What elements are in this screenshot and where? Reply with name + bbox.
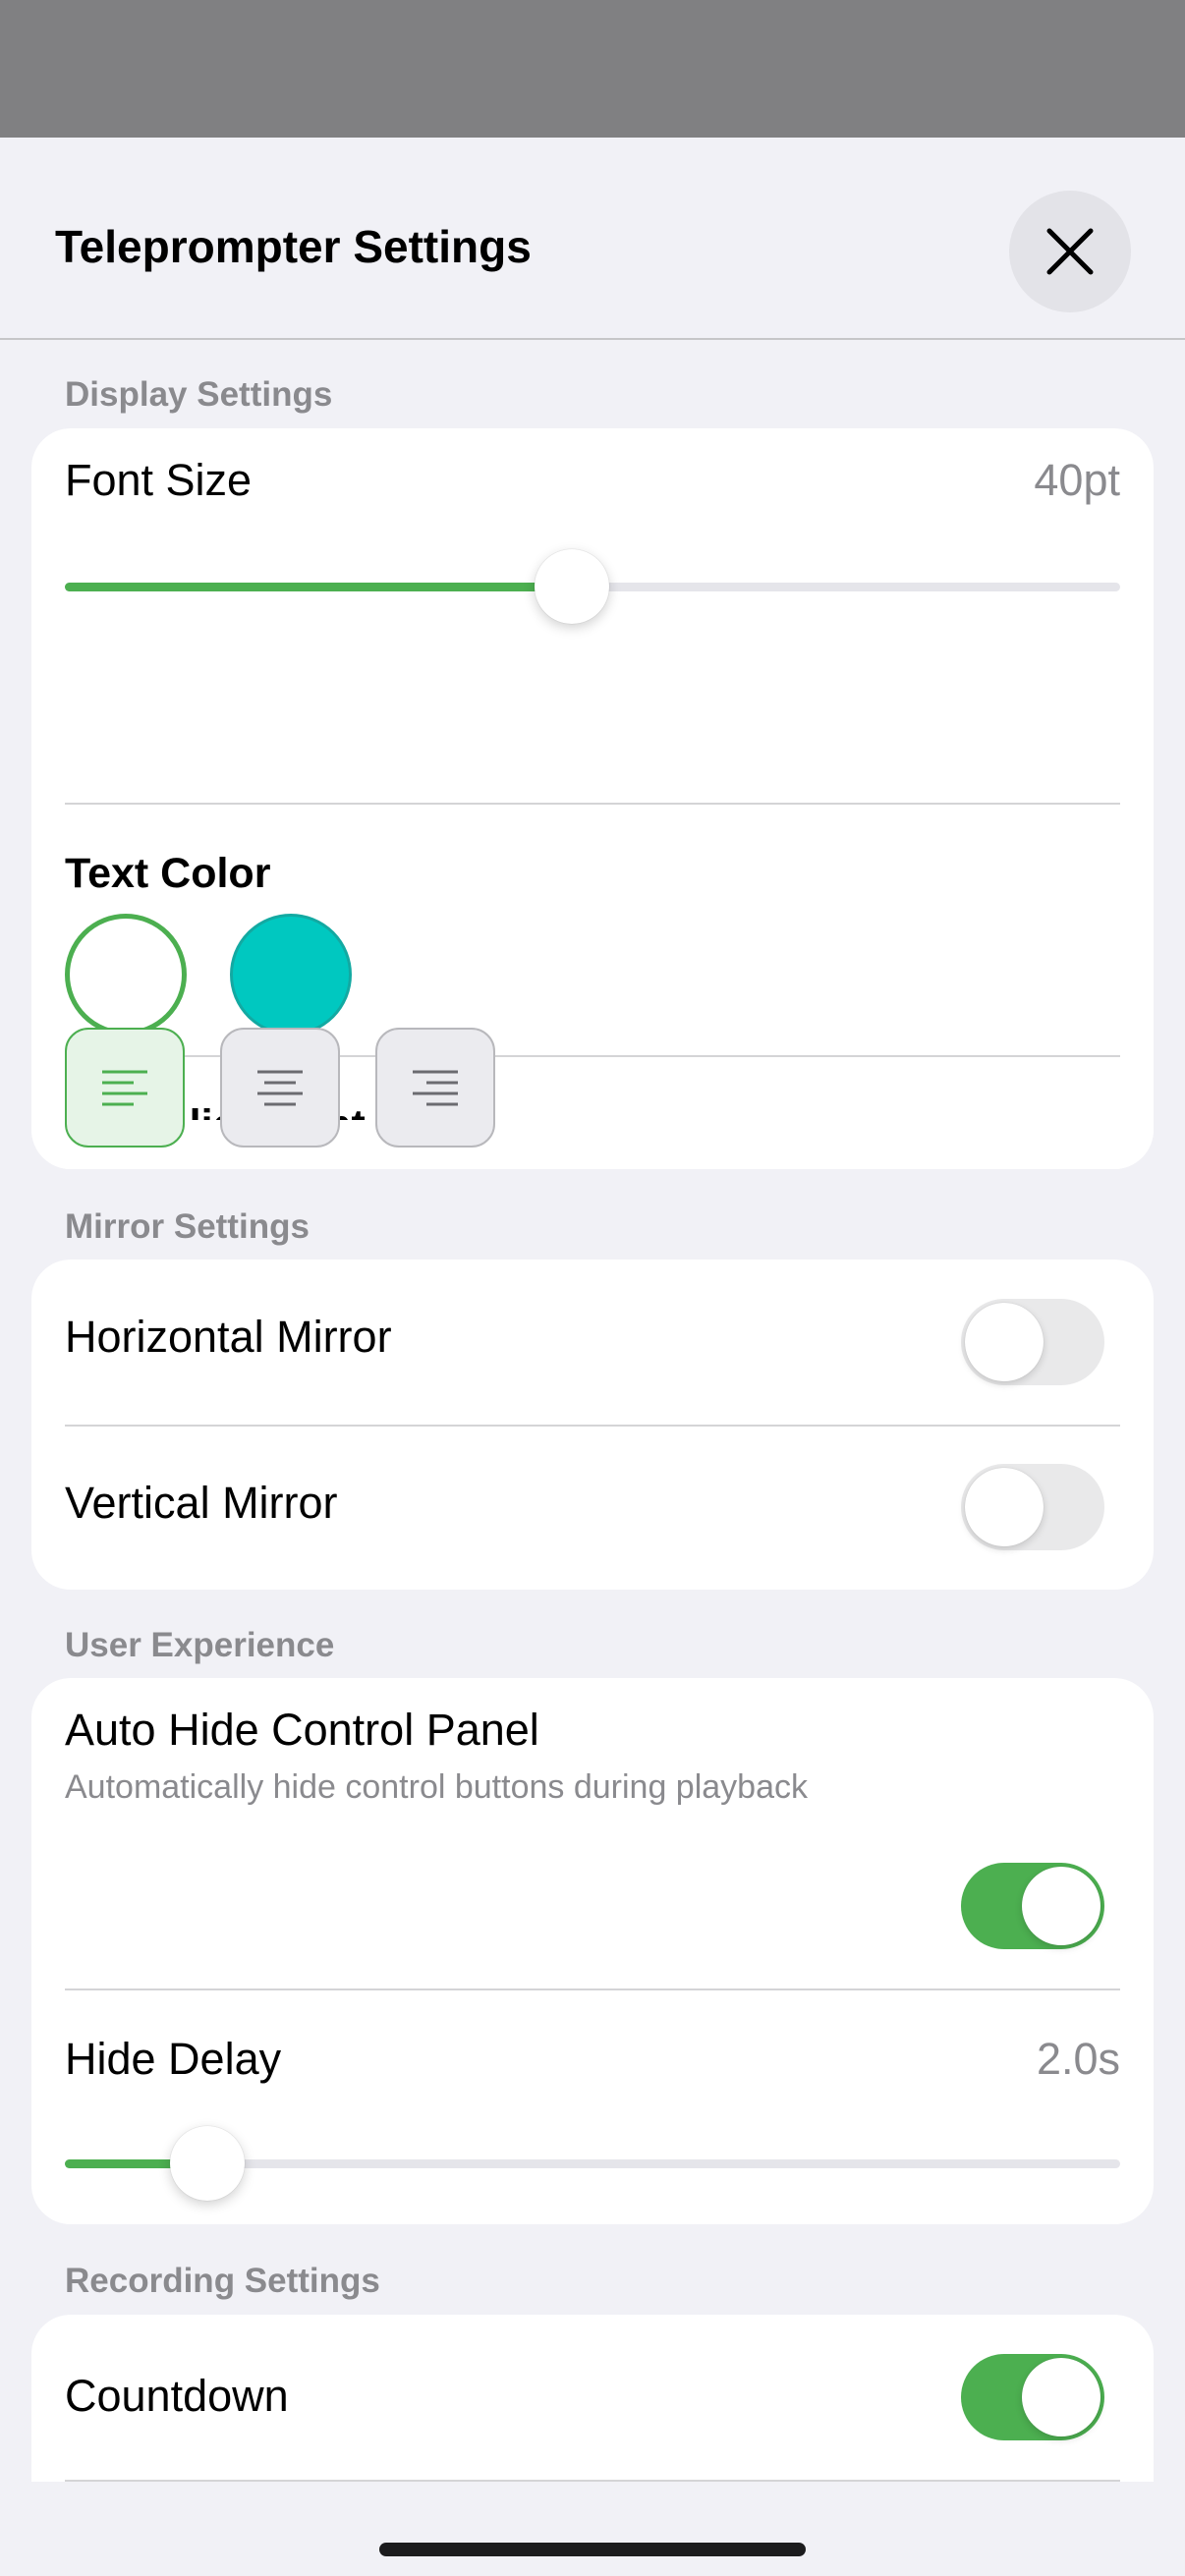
align-left-button[interactable] xyxy=(65,1028,185,1148)
section-label-recording: Recording Settings xyxy=(65,2262,380,2300)
text-color-label: Text Color xyxy=(65,850,271,897)
display-settings-card: Font Size 40pt Text Color Text Alignment xyxy=(31,428,1154,1169)
close-icon xyxy=(1046,228,1094,275)
auto-hide-description: Automatically hide control buttons durin… xyxy=(65,1768,808,1806)
countdown-toggle[interactable] xyxy=(961,2354,1104,2440)
section-label-display: Display Settings xyxy=(65,375,333,414)
close-button[interactable] xyxy=(1009,191,1131,312)
align-left-icon xyxy=(102,1070,147,1106)
hide-delay-slider[interactable] xyxy=(65,2126,1120,2201)
user-experience-card: Auto Hide Control Panel Automatically hi… xyxy=(31,1678,1154,2224)
horizontal-mirror-label: Horizontal Mirror xyxy=(65,1312,392,1362)
countdown-label: Countdown xyxy=(65,2371,289,2421)
align-center-button[interactable] xyxy=(220,1028,340,1148)
vertical-mirror-label: Vertical Mirror xyxy=(65,1478,338,1528)
mirror-settings-card: Horizontal Mirror Vertical Mirror xyxy=(31,1260,1154,1590)
font-size-label: Font Size xyxy=(65,455,253,505)
auto-hide-toggle[interactable] xyxy=(961,1863,1104,1949)
sheet-header: Teleprompter Settings xyxy=(0,138,1185,340)
align-center-icon xyxy=(257,1070,303,1106)
slider-thumb[interactable] xyxy=(169,2126,245,2201)
page-title: Teleprompter Settings xyxy=(55,221,532,272)
hide-delay-label: Hide Delay xyxy=(65,2034,282,2084)
horizontal-mirror-toggle[interactable] xyxy=(961,1299,1104,1385)
settings-sheet: Teleprompter Settings Display Settings F… xyxy=(0,138,1185,2576)
align-right-icon xyxy=(413,1070,458,1106)
font-size-slider[interactable] xyxy=(65,549,1120,624)
align-right-button[interactable] xyxy=(375,1028,495,1148)
home-indicator xyxy=(379,2543,806,2556)
section-label-user-experience: User Experience xyxy=(65,1626,335,1664)
auto-hide-label: Auto Hide Control Panel xyxy=(65,1705,539,1755)
slider-thumb[interactable] xyxy=(534,549,609,624)
color-option-teal[interactable] xyxy=(230,914,352,1036)
font-size-value: 40pt xyxy=(1034,455,1120,505)
section-label-mirror: Mirror Settings xyxy=(65,1207,310,1246)
vertical-mirror-toggle[interactable] xyxy=(961,1464,1104,1550)
hide-delay-value: 2.0s xyxy=(1036,2034,1120,2084)
color-option-white[interactable] xyxy=(65,914,187,1036)
